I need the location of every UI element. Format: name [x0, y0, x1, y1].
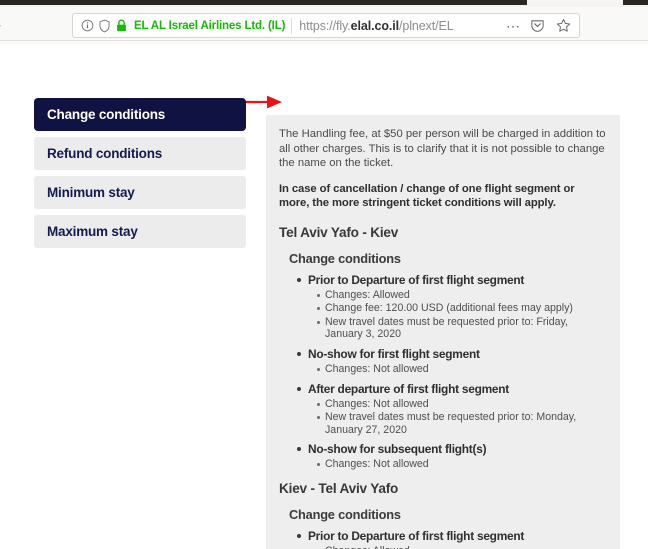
padlock-icon — [114, 18, 129, 34]
condition-detail: New travel dates must be requested prior… — [317, 411, 607, 436]
info-icon[interactable] — [80, 18, 95, 34]
urlbar-actions: ⋯ — [498, 18, 573, 34]
url-host: elal.co.il — [350, 18, 399, 33]
tab-strip-background-right — [623, 0, 648, 5]
condition-detail: Changes: Not allowed — [317, 398, 607, 411]
condition-detail-list: Changes: Not allowed New travel dates mus… — [308, 398, 607, 437]
condition-detail: New travel dates must be requested prior… — [317, 316, 607, 341]
condition-detail-list: Changes: Not allowed — [308, 458, 607, 471]
section-heading: Change conditions — [289, 250, 401, 266]
handling-fee-paragraph: The Handling fee, at $50 per person will… — [279, 128, 606, 170]
condition-item-title: After departure of first flight segment — [308, 381, 509, 396]
conditions-content-panel: The Handling fee, at $50 per person will… — [266, 115, 620, 549]
toolbar-separator — [0, 40, 648, 41]
active-browser-tab[interactable] — [527, 0, 623, 7]
browser-chrome: ↑ — [0, 0, 648, 44]
tab-strip-background-left — [0, 0, 527, 5]
url-subdomain: fly. — [336, 18, 351, 33]
condition-item-title: No-show for first flight segment — [308, 346, 480, 361]
section-heading: Change conditions — [289, 506, 401, 522]
browser-toolbar: ↑ — [0, 7, 648, 40]
site-identity-label: EL AL Israel Airlines Ltd. (IL) — [134, 19, 286, 32]
tab-strip — [0, 0, 648, 7]
condition-item: Prior to Departure of first flight segme… — [297, 528, 607, 549]
route-heading: Kiev - Tel Aviv Yafo — [279, 480, 399, 496]
sidebar-item-change-conditions[interactable]: Change conditions — [34, 98, 246, 131]
condition-list: Prior to Departure of first flight segme… — [279, 529, 607, 549]
url-scheme: https:// — [299, 18, 336, 33]
sidebar-item-label: Change conditions — [47, 107, 166, 122]
condition-item: Prior to Departure of first flight segme… — [297, 272, 607, 341]
sidebar-item-minimum-stay[interactable]: Minimum stay — [34, 176, 246, 209]
shield-icon[interactable] — [97, 18, 112, 34]
route-block: Kiev - Tel Aviv Yafo Change conditions Pri… — [279, 481, 607, 549]
condition-item: No-show for first flight segment Changes:… — [297, 346, 607, 376]
condition-detail: Changes: Allowed — [317, 289, 607, 302]
condition-item-title: Prior to Departure of first flight segme… — [308, 272, 525, 287]
sidebar-item-label: Maximum stay — [47, 224, 138, 239]
conditions-sidebar: Change conditions Refund conditions Mini… — [34, 98, 246, 254]
condition-detail-list: Changes: Not allowed — [308, 363, 607, 376]
sidebar-item-label: Refund conditions — [47, 146, 163, 161]
back-arrow-icon[interactable]: ↑ — [0, 19, 10, 35]
sidebar-item-refund-conditions[interactable]: Refund conditions — [34, 137, 246, 170]
star-icon[interactable] — [556, 18, 571, 34]
route-block: Tel Aviv Yafo - Kiev Change conditions Pri… — [279, 225, 607, 471]
condition-detail: Changes: Allowed — [325, 545, 607, 549]
urlbar-divider — [291, 17, 293, 34]
ellipsis-icon[interactable]: ⋯ — [506, 19, 521, 33]
stringent-conditions-notice: In case of cancellation / change of one … — [279, 182, 575, 210]
routes-container: Tel Aviv Yafo - Kiev Change conditions Pri… — [279, 225, 607, 549]
url-bar[interactable]: EL AL Israel Airlines Ltd. (IL) https://… — [72, 13, 580, 38]
url-text[interactable]: https://fly.elal.co.il/plnext/EL — [299, 19, 498, 33]
site-identity[interactable]: EL AL Israel Airlines Ltd. (IL) — [114, 18, 291, 34]
condition-detail: Changes: Not allowed — [317, 458, 607, 471]
condition-detail: Changes: Not allowed — [317, 363, 607, 376]
condition-item-title: No-show for subsequent flight(s) — [308, 442, 487, 457]
sidebar-item-label: Minimum stay — [47, 185, 135, 200]
condition-detail-list: Changes: AllowedChange fee: 120.00 USD (… — [308, 289, 607, 341]
url-path: /plnext/EL — [399, 18, 454, 33]
condition-item-title: Prior to Departure of first flight segme… — [308, 528, 525, 543]
condition-item: No-show for subsequent flight(s) Changes:… — [297, 442, 607, 471]
condition-item: After departure of first flight segment C… — [297, 381, 607, 437]
route-heading: Tel Aviv Yafo - Kiev — [279, 224, 399, 240]
condition-detail-list: Changes: AllowedChange fee: 120.00 USD (… — [308, 545, 607, 549]
pocket-icon[interactable] — [530, 18, 545, 34]
page-viewport: Change conditions Refund conditions Mini… — [0, 44, 648, 549]
condition-detail: Change fee: 120.00 USD (additional fees … — [317, 302, 607, 315]
condition-list: Prior to Departure of first flight segme… — [279, 273, 607, 471]
sidebar-item-maximum-stay[interactable]: Maximum stay — [34, 215, 246, 248]
